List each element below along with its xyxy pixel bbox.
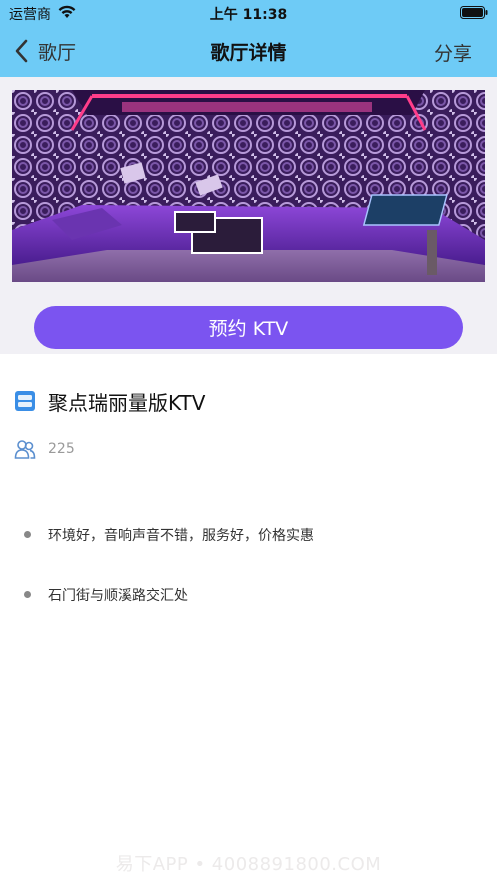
ktv-room-photo (12, 90, 485, 282)
people-icon (14, 440, 36, 459)
features-row: 环境好，音响声音不错，服务好，价格实惠 (0, 523, 497, 547)
address-row: 石门街与顺溪路交汇处 (0, 583, 497, 607)
status-time: 上午 11:38 (209, 7, 288, 23)
bullet-dot (24, 531, 31, 538)
venue-name-row: 聚点瑞丽量版KTV (0, 385, 497, 417)
page-title: 歌厅详情 (210, 42, 287, 64)
bullet-dot (24, 591, 31, 598)
capacity-row: 225 (0, 437, 497, 463)
share-button[interactable]: 分享 (434, 39, 472, 66)
watermark: 易下APP • 4008891800.COM (115, 854, 382, 875)
capacity-value: 225 (48, 441, 75, 457)
top-bar: 运营商 上午 11:38 歌厅 歌厅详情 分享 (0, 0, 497, 77)
hero-section: 预约 KTV (0, 77, 497, 354)
status-bar: 运营商 上午 11:38 (0, 0, 497, 26)
venue-icon (15, 391, 35, 411)
features-text: 环境好，音响声音不错，服务好，价格实惠 (48, 528, 314, 544)
battery-icon (460, 6, 488, 19)
venue-name: 聚点瑞丽量版KTV (48, 391, 206, 415)
reserve-ktv-button[interactable]: 预约 KTV (34, 306, 463, 349)
address-text: 石门街与顺溪路交汇处 (48, 588, 188, 604)
navigation-bar: 歌厅 歌厅详情 分享 (0, 26, 497, 77)
